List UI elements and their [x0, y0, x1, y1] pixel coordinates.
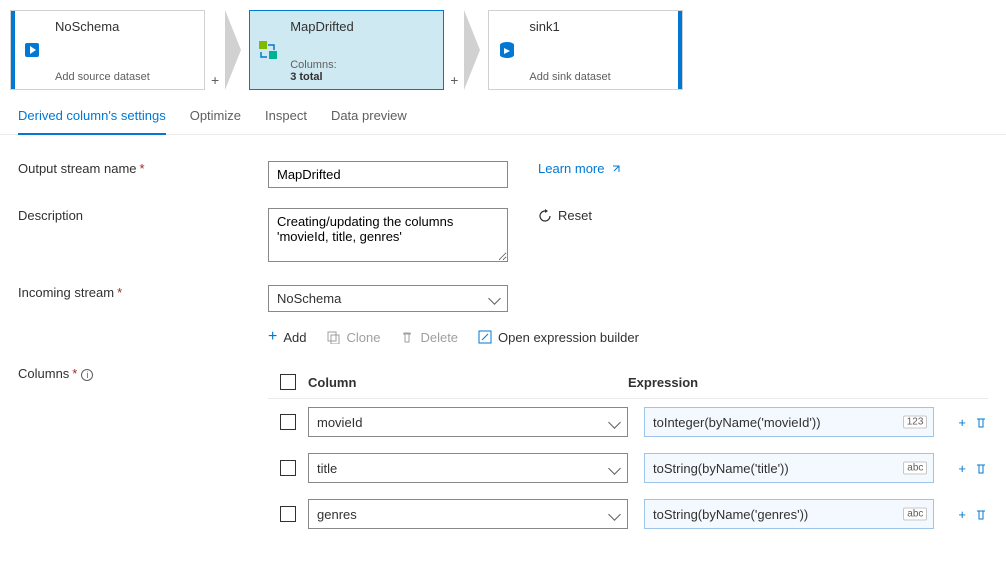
description-textarea[interactable] — [268, 208, 508, 262]
reset-icon — [538, 209, 552, 223]
tab-derived-settings[interactable]: Derived column's settings — [18, 108, 166, 135]
tab-data-preview[interactable]: Data preview — [331, 108, 407, 134]
flow-node-derived[interactable]: MapDrifted Columns: 3 total — [249, 10, 444, 90]
tab-inspect[interactable]: Inspect — [265, 108, 307, 134]
node-title: sink1 — [529, 19, 672, 34]
flow-node-source[interactable]: NoSchema Add source dataset — [10, 10, 205, 90]
output-stream-input[interactable] — [268, 161, 508, 188]
column-row: movieId toInteger(byName('movieId'))123 … — [268, 399, 988, 445]
add-row-button[interactable]: + — [958, 507, 966, 522]
connector: + — [444, 10, 488, 90]
arrow-icon — [464, 10, 488, 90]
column-name-input[interactable]: genres — [308, 499, 628, 529]
clone-icon — [326, 330, 340, 344]
row-checkbox[interactable] — [280, 506, 296, 522]
add-row-button[interactable]: + — [958, 461, 966, 476]
add-step-button[interactable]: + — [205, 72, 225, 90]
trash-icon — [400, 330, 414, 344]
info-icon[interactable]: i — [81, 369, 93, 381]
delete-row-icon[interactable] — [974, 461, 988, 475]
incoming-stream-label: Incoming stream* — [18, 285, 268, 300]
node-subtitle: Add sink dataset — [529, 71, 672, 83]
columns-label: Columns*i — [18, 366, 268, 381]
column-row: title toString(byName('title'))abc + — [268, 445, 988, 491]
expression-input[interactable]: toString(byName('genres'))abc — [644, 499, 934, 529]
node-accent — [678, 11, 682, 89]
expression-builder-icon — [478, 330, 492, 344]
delete-row-icon[interactable] — [974, 415, 988, 429]
settings-tabs: Derived column's settings Optimize Inspe… — [0, 90, 1006, 135]
row-checkbox[interactable] — [280, 414, 296, 430]
connector: + — [205, 10, 249, 90]
column-name-input[interactable]: movieId — [308, 407, 628, 437]
column-row: genres toString(byName('genres'))abc + — [268, 491, 988, 537]
node-subtitle: Add source dataset — [55, 71, 198, 83]
row-checkbox[interactable] — [280, 460, 296, 476]
flow-node-sink[interactable]: sink1 Add sink dataset — [488, 10, 683, 90]
chevron-down-icon — [610, 415, 619, 430]
clone-column-button[interactable]: Clone — [326, 330, 380, 345]
delete-column-button[interactable]: Delete — [400, 330, 458, 345]
chevron-down-icon — [490, 291, 499, 306]
type-badge: abc — [903, 462, 927, 475]
incoming-stream-select[interactable]: NoSchema — [268, 285, 508, 312]
add-row-button[interactable]: + — [958, 415, 966, 430]
database-sink-icon — [489, 11, 525, 89]
add-step-button[interactable]: + — [444, 72, 464, 90]
open-expression-builder-button[interactable]: Open expression builder — [478, 330, 639, 345]
column-header-name: Column — [308, 375, 628, 390]
node-subtitle: Columns: 3 total — [290, 59, 437, 83]
add-column-button[interactable]: +Add — [268, 328, 306, 346]
arrow-icon — [225, 10, 249, 90]
expression-input[interactable]: toInteger(byName('movieId'))123 — [644, 407, 934, 437]
output-stream-label: Output stream name* — [18, 161, 268, 176]
node-title: NoSchema — [55, 19, 198, 34]
columns-header: Column Expression — [268, 366, 988, 399]
reset-button[interactable]: Reset — [538, 208, 592, 223]
type-badge: 123 — [903, 416, 928, 429]
database-arrow-icon — [15, 11, 51, 89]
external-link-icon — [610, 163, 622, 175]
tab-optimize[interactable]: Optimize — [190, 108, 241, 134]
transform-icon — [250, 11, 286, 89]
delete-row-icon[interactable] — [974, 507, 988, 521]
description-label: Description — [18, 208, 268, 223]
chevron-down-icon — [610, 507, 619, 522]
columns-toolbar: +Add Clone Delete Open expression builde… — [18, 322, 988, 356]
column-name-input[interactable]: title — [308, 453, 628, 483]
type-badge: abc — [903, 508, 927, 521]
select-all-checkbox[interactable] — [280, 374, 296, 390]
expression-input[interactable]: toString(byName('title'))abc — [644, 453, 934, 483]
learn-more-link[interactable]: Learn more — [538, 161, 622, 176]
node-title: MapDrifted — [290, 19, 437, 34]
chevron-down-icon — [610, 461, 619, 476]
settings-panel: Output stream name* Learn more Descripti… — [0, 135, 1006, 563]
column-header-expr: Expression — [628, 375, 932, 390]
flow-canvas: NoSchema Add source dataset + MapDrifted… — [0, 0, 1006, 90]
